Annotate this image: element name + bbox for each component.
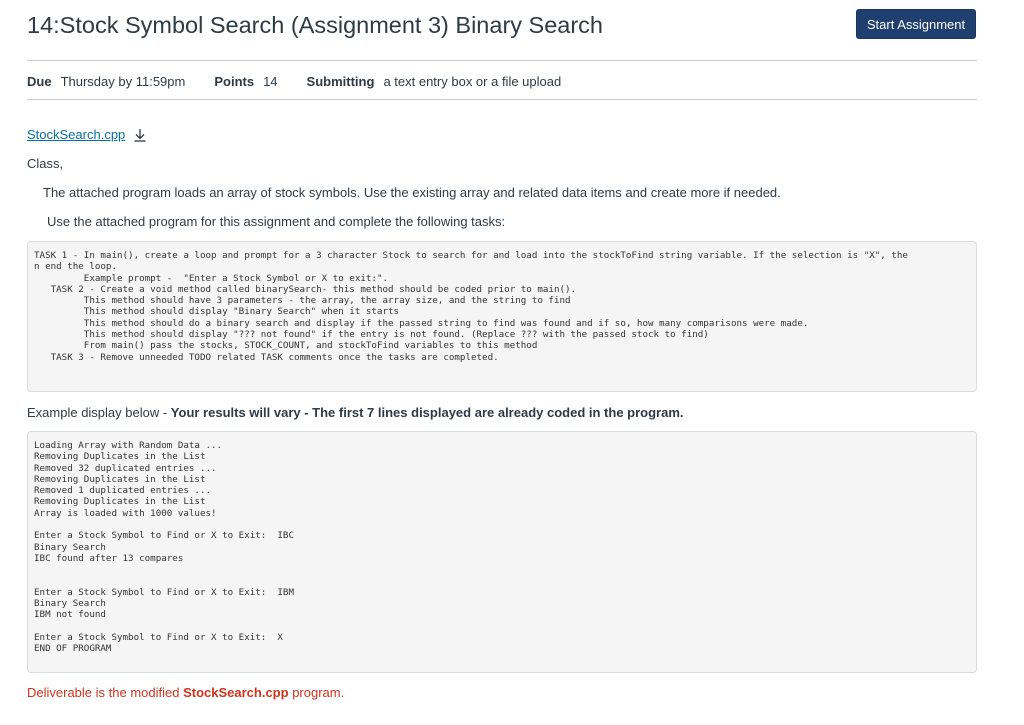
tasks-code-block: TASK 1 - In main(), create a loop and pr… (27, 241, 977, 392)
submitting-value: a text entry box or a file upload (383, 73, 562, 89)
download-icon[interactable] (133, 128, 147, 142)
start-assignment-button[interactable]: Start Assignment (856, 9, 976, 39)
attachment-row: StockSearch.cpp (27, 127, 147, 142)
deliverable-suffix: program. (288, 685, 345, 700)
intro-text: The attached program loads an array of s… (43, 185, 781, 200)
example-output: Loading Array with Random Data ... Remov… (34, 440, 294, 655)
example-note: Your results will vary - The first 7 lin… (170, 405, 684, 420)
assignment-page: 14:Stock Symbol Search (Assignment 3) Bi… (0, 0, 1024, 725)
deliverable-prefix: Deliverable is the modified (27, 685, 184, 700)
example-label: Example display below - (27, 405, 171, 420)
page-title: 14:Stock Symbol Search (Assignment 3) Bi… (27, 12, 604, 38)
greeting-text: Class, (27, 156, 64, 171)
example-heading: Example display below - Your results wil… (27, 405, 684, 420)
divider-bottom (27, 99, 977, 100)
attachment-link[interactable]: StockSearch.cpp (27, 127, 125, 142)
assignment-details: Due Thursday by 11:59pm Points 14 Submit… (27, 72, 590, 90)
tasks-code: TASK 1 - In main(), create a loop and pr… (34, 250, 908, 363)
due-label: Due (27, 73, 52, 89)
points-label: Points (214, 73, 255, 89)
points-value: 14 (263, 73, 278, 89)
deliverable-text: Deliverable is the modified StockSearch.… (27, 685, 344, 700)
instructions-text: Use the attached program for this assign… (47, 214, 506, 229)
divider-top (27, 60, 977, 61)
deliverable-file: StockSearch.cpp (183, 685, 289, 700)
submitting-label: Submitting (306, 73, 375, 89)
due-value: Thursday by 11:59pm (60, 73, 186, 89)
example-output-block: Loading Array with Random Data ... Remov… (27, 431, 977, 673)
